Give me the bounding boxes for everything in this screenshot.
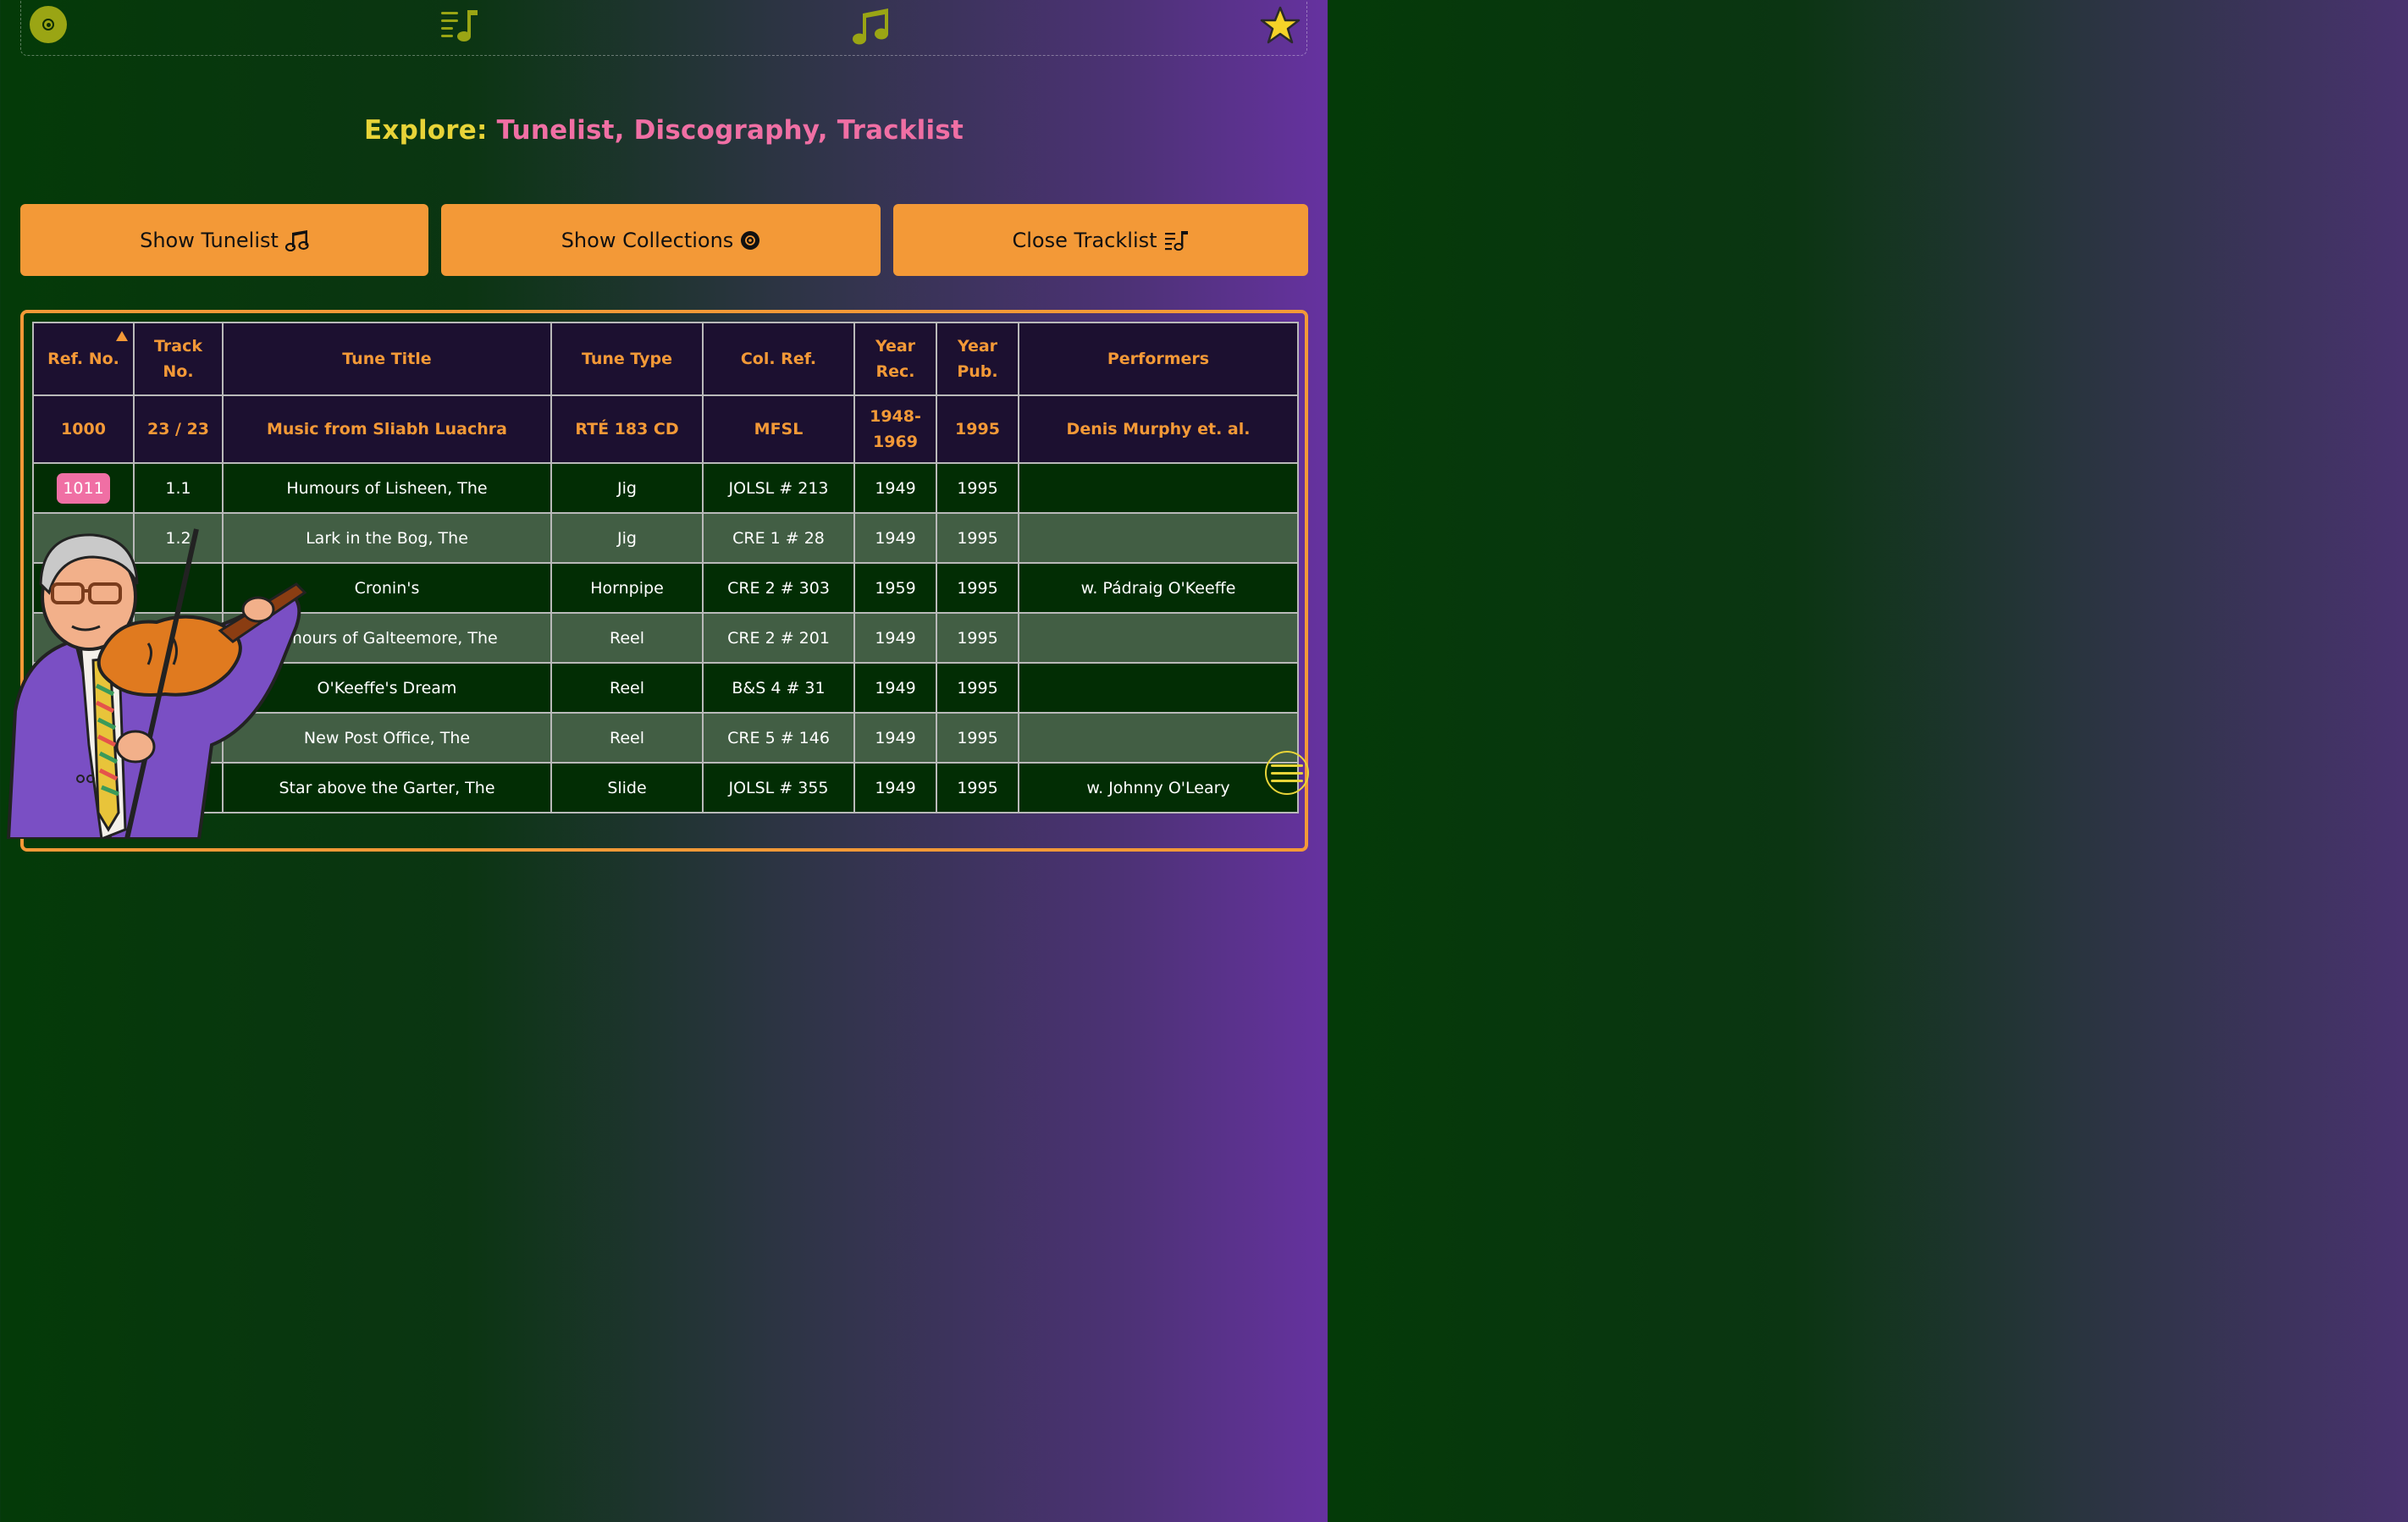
year-rec-cell: 1949	[853, 662, 937, 714]
menu-line-icon	[1271, 779, 1303, 782]
menu-line-icon	[1271, 771, 1303, 775]
colref-cell: CRE 2 # 303	[702, 562, 855, 614]
ref-cell: 1011	[32, 462, 135, 514]
track-cell: 1.1	[133, 462, 224, 514]
show-collections-button[interactable]: Show Collections	[441, 204, 881, 276]
type-cell: Slide	[550, 762, 704, 813]
collection-title: Music from Sliabh Luachra	[222, 394, 552, 464]
collection-type: RTÉ 183 CD	[550, 394, 704, 464]
header-year-pub[interactable]: Year Pub.	[936, 322, 1019, 396]
header-col-ref[interactable]: Col. Ref.	[702, 322, 855, 396]
collection-year-rec: 1948-1969	[853, 394, 937, 464]
year-rec-cell: 1959	[853, 562, 937, 614]
performers-cell: w. Johnny O'Leary	[1018, 762, 1299, 813]
show-tunelist-button[interactable]: Show Tunelist	[20, 204, 428, 276]
performers-cell	[1018, 612, 1299, 664]
title-cell: Humours of Lisheen, The	[222, 462, 552, 514]
tracklist-icon	[1164, 230, 1188, 251]
year-pub-cell: 1995	[936, 662, 1019, 714]
close-tracklist-button[interactable]: Close Tracklist	[893, 204, 1308, 276]
hamburger-menu-button[interactable]	[1265, 751, 1309, 795]
header-track-no[interactable]: Track No.	[133, 322, 224, 396]
show-collections-label: Show Collections	[561, 228, 734, 252]
menu-line-icon	[1271, 764, 1303, 767]
type-cell: Reel	[550, 612, 704, 664]
collection-colref: MFSL	[702, 394, 855, 464]
collection-ref: 1000	[32, 394, 135, 464]
vinyl-disc-icon	[741, 230, 760, 250]
year-rec-cell: 1949	[853, 512, 937, 564]
header-ref-no[interactable]: Ref. No.	[32, 322, 135, 396]
tunelist-note-icon[interactable]	[851, 7, 892, 49]
year-rec-cell: 1949	[853, 712, 937, 764]
collection-performers: Denis Murphy et. al.	[1018, 394, 1299, 464]
header-tune-type[interactable]: Tune Type	[550, 322, 704, 396]
colref-cell: CRE 1 # 28	[702, 512, 855, 564]
type-cell: Reel	[550, 662, 704, 714]
type-cell: Reel	[550, 712, 704, 764]
colref-cell: JOLSL # 213	[702, 462, 855, 514]
collection-track: 23 / 23	[133, 394, 224, 464]
type-cell: Hornpipe	[550, 562, 704, 614]
performers-cell	[1018, 662, 1299, 714]
performers-cell	[1018, 712, 1299, 764]
music-note-icon	[284, 229, 309, 251]
ref-badge[interactable]: 1011	[57, 472, 110, 504]
header-performers[interactable]: Performers	[1018, 322, 1299, 396]
close-tracklist-label: Close Tracklist	[1012, 228, 1157, 252]
year-pub-cell: 1995	[936, 712, 1019, 764]
page-heading: Explore: Tunelist, Discography, Tracklis…	[0, 115, 1328, 146]
show-tunelist-label: Show Tunelist	[140, 228, 279, 252]
header-year-rec[interactable]: Year Rec.	[853, 322, 937, 396]
tracklist-icon[interactable]	[439, 7, 480, 47]
year-pub-cell: 1995	[936, 612, 1019, 664]
header-tune-title[interactable]: Tune Title	[222, 322, 552, 396]
year-pub-cell: 1995	[936, 462, 1019, 514]
year-pub-cell: 1995	[936, 562, 1019, 614]
heading-links[interactable]: Tunelist, Discography, Tracklist	[497, 115, 964, 146]
sort-ascending-icon	[116, 331, 128, 341]
type-cell: Jig	[550, 462, 704, 514]
heading-lead: Explore:	[364, 115, 488, 146]
collections-disc-icon[interactable]	[30, 6, 67, 43]
colref-cell: CRE 5 # 146	[702, 712, 855, 764]
performers-cell	[1018, 462, 1299, 514]
colref-cell: B&S 4 # 31	[702, 662, 855, 714]
colref-cell: JOLSL # 355	[702, 762, 855, 813]
collection-year-pub: 1995	[936, 394, 1019, 464]
fiddler-illustration	[6, 528, 307, 839]
year-rec-cell: 1949	[853, 462, 937, 514]
year-rec-cell: 1949	[853, 762, 937, 813]
collection-row: 1000 23 / 23 Music from Sliabh Luachra R…	[32, 394, 1299, 464]
year-pub-cell: 1995	[936, 512, 1019, 564]
performers-cell: w. Pádraig O'Keeffe	[1018, 562, 1299, 614]
top-nav	[20, 0, 1307, 56]
year-rec-cell: 1949	[853, 612, 937, 664]
performers-cell	[1018, 512, 1299, 564]
table-row[interactable]: 1011 1.1 Humours of Lisheen, The Jig JOLSL #…	[32, 462, 1299, 514]
type-cell: Jig	[550, 512, 704, 564]
favourites-star-icon[interactable]	[1259, 5, 1301, 49]
colref-cell: CRE 2 # 201	[702, 612, 855, 664]
year-pub-cell: 1995	[936, 762, 1019, 813]
table-header-row: Ref. No. Track No. Tune Title Tune Type …	[32, 322, 1299, 396]
